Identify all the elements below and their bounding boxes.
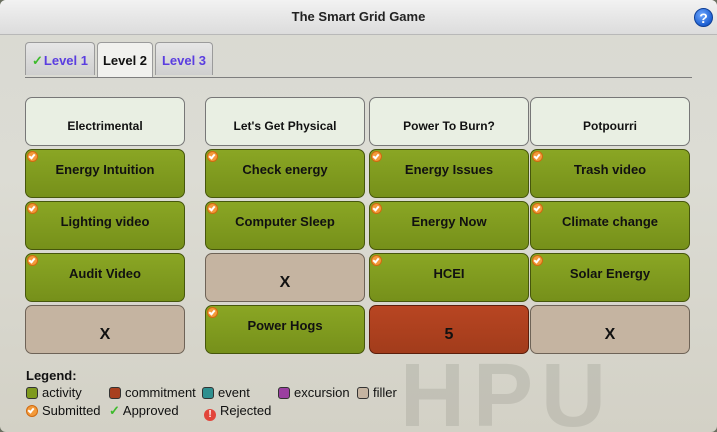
- grid-cell[interactable]: Audit Video: [25, 253, 185, 302]
- tab-label: Level 1: [43, 53, 88, 68]
- approved-check-icon: ✓: [109, 403, 120, 418]
- grid-cell[interactable]: Power Hogs: [205, 305, 365, 354]
- grid-cell[interactable]: Lighting video: [25, 201, 185, 250]
- legend-item-excursion: excursion: [278, 385, 350, 400]
- submitted-icon: [371, 203, 382, 214]
- cell-label: Check energy: [242, 162, 328, 177]
- grid-cell[interactable]: Energy Intuition: [25, 149, 185, 198]
- legend-label: filler: [373, 385, 397, 400]
- legend-label: activity: [42, 385, 82, 400]
- submitted-icon: [27, 203, 38, 214]
- grid-cell[interactable]: X: [530, 305, 690, 354]
- grid-cell[interactable]: HCEI: [369, 253, 529, 302]
- legend-types: activity commitment event excursion fill…: [26, 385, 686, 401]
- legend-item-commitment: commitment: [109, 385, 196, 400]
- event-swatch: [202, 387, 214, 399]
- cell-label: Solar Energy: [569, 266, 651, 281]
- cell-label: 5: [444, 326, 454, 343]
- cell-label: Computer Sleep: [235, 214, 335, 229]
- tab-level-3[interactable]: Level 3: [155, 42, 213, 75]
- cell-label: X: [604, 326, 616, 343]
- submitted-icon: [207, 203, 218, 214]
- grid-cell[interactable]: Check energy: [205, 149, 365, 198]
- legend-label: commitment: [125, 385, 196, 400]
- column-header: Power To Burn?: [369, 97, 529, 146]
- grid-cell[interactable]: Climate change: [530, 201, 690, 250]
- rejected-icon: !: [204, 409, 216, 421]
- grid-cell[interactable]: Solar Energy: [530, 253, 690, 302]
- legend-item-event: event: [202, 385, 250, 400]
- cell-label: Audit Video: [69, 266, 141, 281]
- grid-cell[interactable]: Energy Now: [369, 201, 529, 250]
- legend-label: Approved: [122, 403, 179, 418]
- grid-cell[interactable]: 5: [369, 305, 529, 354]
- submitted-icon: [371, 151, 382, 162]
- submitted-icon: [27, 255, 38, 266]
- approved-check-icon: ✓: [32, 53, 43, 68]
- submitted-icon: [207, 151, 218, 162]
- cell-label: Energy Now: [411, 214, 487, 229]
- tab-level-2[interactable]: Level 2: [97, 42, 153, 78]
- cell-label: X: [279, 274, 291, 291]
- legend-item-rejected: ! Rejected: [204, 403, 271, 421]
- grid-cell[interactable]: Energy Issues: [369, 149, 529, 198]
- submitted-icon: [532, 151, 543, 162]
- legend-label: Submitted: [42, 403, 101, 418]
- cell-label: Energy Issues: [404, 162, 494, 177]
- cell-label: Trash video: [573, 162, 647, 177]
- cell-label: HCEI: [433, 266, 465, 281]
- cell-label: Power Hogs: [247, 318, 323, 333]
- grid-cell[interactable]: X: [205, 253, 365, 302]
- activity-swatch: [26, 387, 38, 399]
- grid-cell[interactable]: Computer Sleep: [205, 201, 365, 250]
- tab-divider: [25, 77, 692, 78]
- filler-swatch: [357, 387, 369, 399]
- grid-cell[interactable]: Trash video: [530, 149, 690, 198]
- cell-label: Climate change: [561, 214, 659, 229]
- legend-item-approved: ✓ Approved: [109, 403, 179, 419]
- legend-label: excursion: [294, 385, 350, 400]
- commitment-swatch: [109, 387, 121, 399]
- legend-label: event: [218, 385, 250, 400]
- help-icon[interactable]: ?: [694, 8, 713, 27]
- legend-title: Legend:: [26, 368, 77, 383]
- grid-cell[interactable]: X: [25, 305, 185, 354]
- submitted-icon: [207, 307, 218, 318]
- legend-label: Rejected: [220, 403, 272, 418]
- legend-item-filler: filler: [357, 385, 397, 400]
- cell-label: X: [99, 326, 111, 343]
- tab-label: Level 2: [102, 53, 148, 68]
- submitted-icon: [26, 405, 38, 417]
- game-window: HPU The Smart Grid Game ? ✓Level 1 Level…: [0, 0, 717, 432]
- column-header: Potpourri: [530, 97, 690, 146]
- column-header: Electrimental: [25, 97, 185, 146]
- tab-label: Level 3: [161, 53, 207, 68]
- excursion-swatch: [278, 387, 290, 399]
- window-title: The Smart Grid Game: [291, 9, 426, 24]
- submitted-icon: [27, 151, 38, 162]
- submitted-icon: [371, 255, 382, 266]
- legend-item-activity: activity: [26, 385, 82, 400]
- column-header: Let's Get Physical: [205, 97, 365, 146]
- cell-label: Energy Intuition: [55, 162, 155, 177]
- legend-statuses: Submitted ✓ Approved ! Rejected: [26, 403, 686, 421]
- cell-label: Lighting video: [60, 214, 150, 229]
- legend-item-submitted: Submitted: [26, 403, 101, 418]
- title-bar: The Smart Grid Game ?: [0, 0, 717, 35]
- submitted-icon: [532, 203, 543, 214]
- tab-level-1[interactable]: ✓Level 1: [25, 42, 95, 75]
- submitted-icon: [532, 255, 543, 266]
